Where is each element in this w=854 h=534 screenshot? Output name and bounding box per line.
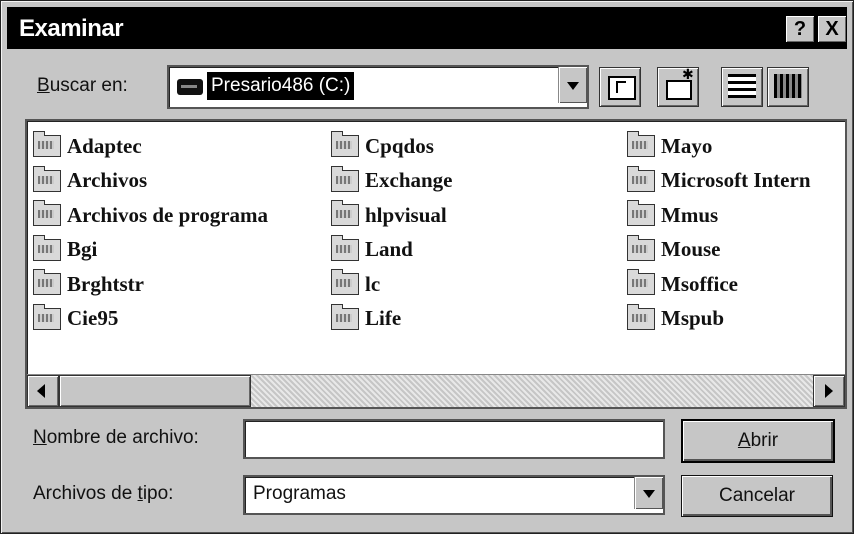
scroll-right-button[interactable] <box>813 375 845 407</box>
filetype-value: Programas <box>253 483 346 504</box>
folder-icon <box>331 131 359 158</box>
scroll-left-button[interactable] <box>27 375 59 407</box>
list-item-label: Exchange <box>365 168 453 193</box>
list-item[interactable]: hlpvisual <box>331 198 453 233</box>
list-item[interactable]: Land <box>331 233 453 268</box>
scrollbar-thumb[interactable] <box>59 375 251 407</box>
list-item-label: Archivos <box>67 168 148 193</box>
folder-icon <box>627 200 655 227</box>
details-view-button[interactable] <box>767 67 809 107</box>
list-item[interactable]: Microsoft Intern <box>627 164 811 199</box>
folder-icon <box>33 131 61 158</box>
list-item[interactable]: Brghtstr <box>33 267 268 302</box>
list-item[interactable]: Cie95 <box>33 302 268 337</box>
list-item[interactable]: Mspub <box>627 302 811 337</box>
file-column-1: Adaptec Archivos Archivos de programa Bg… <box>33 129 268 336</box>
list-item-label: lc <box>365 271 381 296</box>
details-view-icon <box>774 74 802 98</box>
filename-label: Nombre de archivo: <box>33 427 199 448</box>
file-open-dialog: Examinar ? X Buscar en: Presario486 (C:)… <box>0 0 854 534</box>
folder-icon <box>627 165 655 192</box>
hard-drive-icon <box>177 79 203 95</box>
list-item[interactable]: Mouse <box>627 233 811 268</box>
list-item-label: Microsoft Intern <box>661 168 811 193</box>
dialog-title: Examinar <box>19 15 124 42</box>
new-folder-button[interactable] <box>657 66 699 107</box>
list-item[interactable]: Msoffice <box>627 267 811 302</box>
up-one-level-button[interactable] <box>599 67 641 107</box>
look-in-dropdown-button[interactable] <box>558 67 587 103</box>
list-item[interactable]: Life <box>331 302 453 337</box>
folder-icon <box>627 269 655 296</box>
folder-icon <box>627 131 655 158</box>
filetype-combobox[interactable]: Programas <box>243 475 665 515</box>
look-in-label: Buscar en: <box>37 75 128 96</box>
folder-icon <box>331 200 359 227</box>
list-item-label: Mspub <box>661 306 725 331</box>
list-item-label: Cpqdos <box>365 133 434 158</box>
list-item-label: Mmus <box>661 202 719 227</box>
list-item[interactable]: lc <box>331 267 453 302</box>
list-item-label: Msoffice <box>661 271 738 296</box>
folder-icon <box>33 200 61 227</box>
list-item-label: Bgi <box>67 237 98 262</box>
list-item[interactable]: Exchange <box>331 164 453 199</box>
list-item-label: Land <box>365 237 413 262</box>
list-item[interactable]: Archivos <box>33 164 268 199</box>
filetype-label: Archivos de tipo: <box>33 483 174 504</box>
list-item[interactable]: Mmus <box>627 198 811 233</box>
up-one-level-icon <box>608 76 636 100</box>
folder-icon <box>627 234 655 261</box>
filetype-dropdown-button[interactable] <box>634 477 663 509</box>
new-folder-icon <box>666 66 694 100</box>
folder-icon <box>331 234 359 261</box>
folder-icon <box>33 165 61 192</box>
list-item[interactable]: Adaptec <box>33 129 268 164</box>
close-button[interactable]: X <box>817 15 847 43</box>
file-list[interactable]: Adaptec Archivos Archivos de programa Bg… <box>25 119 847 409</box>
filename-input[interactable] <box>243 419 665 459</box>
list-item-label: hlpvisual <box>365 202 447 227</box>
look-in-value: Presario486 (C:) <box>207 72 355 100</box>
list-item[interactable]: Cpqdos <box>331 129 453 164</box>
list-view-icon <box>728 74 756 98</box>
list-item-label: Cie95 <box>67 306 119 331</box>
folder-icon <box>33 234 61 261</box>
title-bar[interactable]: Examinar ? X <box>7 7 847 49</box>
file-column-2: Cpqdos Exchange hlpvisual Land lc Life <box>331 129 453 336</box>
list-view-button[interactable] <box>721 67 763 107</box>
list-item-label: Life <box>365 306 402 331</box>
folder-icon <box>331 303 359 330</box>
open-button[interactable]: Abrir <box>681 419 835 463</box>
list-item-label: Mouse <box>661 237 721 262</box>
help-button[interactable]: ? <box>785 15 815 43</box>
folder-icon <box>331 269 359 296</box>
list-item[interactable]: Archivos de programa <box>33 198 268 233</box>
look-in-combobox[interactable]: Presario486 (C:) <box>167 65 589 109</box>
list-item-label: Archivos de programa <box>67 202 269 227</box>
list-item-label: Mayo <box>661 133 713 158</box>
list-item[interactable]: Bgi <box>33 233 268 268</box>
horizontal-scrollbar[interactable] <box>27 374 845 407</box>
list-item[interactable]: Mayo <box>627 129 811 164</box>
list-item-label: Brghtstr <box>67 271 144 296</box>
list-item-label: Adaptec <box>67 133 142 158</box>
file-column-3: Mayo Microsoft Intern Mmus Mouse Msoffic… <box>627 129 811 336</box>
cancel-button[interactable]: Cancelar <box>681 475 833 517</box>
folder-icon <box>627 303 655 330</box>
folder-icon <box>331 165 359 192</box>
folder-icon <box>33 303 61 330</box>
folder-icon <box>33 269 61 296</box>
